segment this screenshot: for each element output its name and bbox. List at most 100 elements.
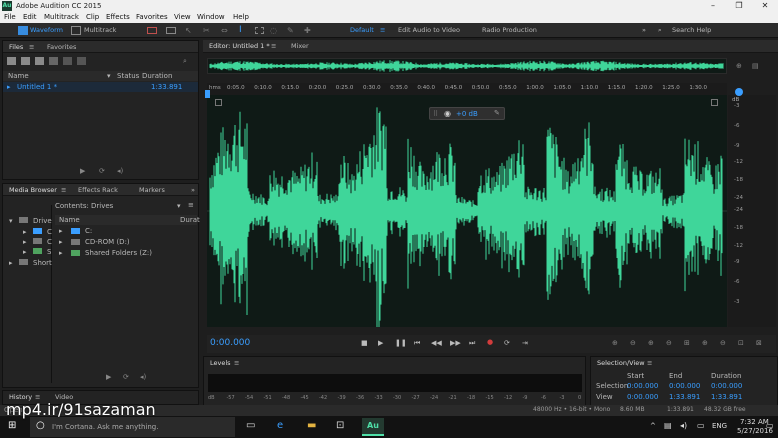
input-language[interactable]: ENG xyxy=(712,422,727,430)
search-files-icon[interactable]: ⌕ xyxy=(183,57,192,65)
db-scale[interactable]: dB -3 -6 -9 -12 -18 -24 -24 -18 -12 -9 -6 -3 xyxy=(728,95,776,327)
volume-icon[interactable]: ◂) xyxy=(680,421,687,430)
loop-icon[interactable]: ⟳ xyxy=(99,167,105,175)
tree-drives[interactable]: Drive xyxy=(33,217,52,225)
zoom-in-point-icon[interactable]: ⊕ xyxy=(702,339,708,347)
tab-favorites[interactable]: Favorites xyxy=(47,43,76,51)
zoom-in-amplitude-icon[interactable]: ⊕ xyxy=(612,339,618,347)
levels-menu-icon[interactable]: ≡ xyxy=(234,359,239,367)
selection-start[interactable]: 0:00.000 xyxy=(627,382,658,390)
view-duration[interactable]: 1:33.891 xyxy=(711,393,742,401)
hud-gain-value[interactable]: +0 dB xyxy=(456,110,478,118)
panel-menu-icon[interactable]: ▤ xyxy=(752,62,759,70)
windows-start-icon[interactable]: ⊞ xyxy=(8,420,16,431)
rewind-icon[interactable]: ◀◀ xyxy=(431,339,442,347)
razor-tool-icon[interactable]: ✂ xyxy=(203,26,213,35)
col-duration[interactable]: Durat xyxy=(180,216,200,224)
workspace-edit-audio-to-video[interactable]: Edit Audio to Video xyxy=(398,25,460,36)
col-name[interactable]: Name xyxy=(59,216,80,224)
move-tool-icon[interactable]: ↖ xyxy=(185,26,195,35)
zoom-out-time-icon[interactable]: ⊖ xyxy=(666,339,672,347)
panel-overflow-icon[interactable]: » xyxy=(191,186,195,194)
selection-view-menu-icon[interactable]: ≡ xyxy=(647,359,652,367)
menu-clip[interactable]: Clip xyxy=(86,13,99,22)
media-browser-menu-icon[interactable]: ≡ xyxy=(61,186,66,194)
minimize-button[interactable]: – xyxy=(700,0,726,12)
playhead-marker-icon[interactable] xyxy=(205,90,210,98)
zoom-in-time-icon[interactable]: ⊕ xyxy=(648,339,654,347)
tree-expand-icon[interactable]: ▸ xyxy=(23,248,27,256)
tray-expand-icon[interactable]: ^ xyxy=(650,422,656,430)
tree-expand-icon[interactable]: ▸ xyxy=(23,238,27,246)
list-item[interactable]: ▸ Shared Folders (Z:) xyxy=(55,248,197,258)
open-file-icon[interactable] xyxy=(21,57,30,65)
file-explorer-icon[interactable]: ▬ xyxy=(307,420,316,431)
menu-window[interactable]: Window xyxy=(197,13,225,22)
play-icon[interactable]: ▶ xyxy=(378,339,383,347)
zoom-out-full-icon[interactable]: ⊞ xyxy=(684,339,690,347)
autoplay-icon[interactable]: ◂) xyxy=(117,167,123,175)
search-help-input[interactable]: Search Help xyxy=(672,25,711,36)
lasso-tool-icon[interactable]: ◌ xyxy=(270,26,280,35)
file-row[interactable]: ▸ Untitled 1 * 1:33.891 xyxy=(3,82,198,92)
skip-icon[interactable]: ⇥ xyxy=(522,339,528,347)
tree-expand-icon[interactable]: ▸ xyxy=(9,259,13,267)
file-expand-icon[interactable]: ▸ xyxy=(7,83,11,91)
tree-item-s[interactable]: S xyxy=(47,248,51,256)
tree-expand-icon[interactable]: ▸ xyxy=(23,228,27,236)
task-view-icon[interactable]: ▭ xyxy=(246,420,255,431)
autoplay-icon[interactable]: ◂) xyxy=(140,373,146,381)
maximize-button[interactable]: ❐ xyxy=(726,0,752,12)
waveform-view-button[interactable]: Waveform xyxy=(30,25,63,36)
audition-taskbar-button[interactable]: Au xyxy=(362,418,384,436)
current-time-display[interactable]: 0:00.000 xyxy=(210,338,250,348)
spot-healing-tool-icon[interactable]: ✚ xyxy=(304,26,314,35)
contents-dropdown[interactable]: Drives xyxy=(91,202,113,210)
import-icon[interactable] xyxy=(35,57,44,65)
workspace-default[interactable]: Default xyxy=(350,25,374,36)
cortana-search-box[interactable]: ○ I'm Cortana. Ask me anything. xyxy=(30,417,235,437)
view-start[interactable]: 0:00.000 xyxy=(627,393,658,401)
multitrack-view-button[interactable]: Multitrack xyxy=(84,25,116,36)
workspace-radio-production[interactable]: Radio Production xyxy=(482,25,537,36)
brush-tool-icon[interactable]: ✎ xyxy=(287,26,297,35)
overflow-chevron-icon[interactable]: » xyxy=(642,25,646,36)
volume-knob-icon[interactable]: ◉ xyxy=(444,109,451,118)
menu-multitrack[interactable]: Multitrack xyxy=(44,13,79,22)
pitch-display-icon[interactable] xyxy=(166,27,176,34)
expand-icon[interactable]: ▸ xyxy=(59,249,63,257)
selection-end[interactable]: 0:00.000 xyxy=(669,382,700,390)
save-icon[interactable] xyxy=(49,57,58,65)
zoom-selection-icon[interactable]: ⊡ xyxy=(738,339,744,347)
chevron-down-icon[interactable]: ▾ xyxy=(177,202,181,210)
selection-duration[interactable]: 0:00.000 xyxy=(711,382,742,390)
overview-waveform[interactable] xyxy=(207,58,727,74)
tab-files[interactable]: Files xyxy=(9,43,23,51)
insert-into-multitrack-icon[interactable] xyxy=(77,57,86,65)
corner-marker-icon[interactable] xyxy=(215,99,222,106)
files-menu-icon[interactable]: ≡ xyxy=(29,43,34,51)
pause-icon[interactable]: ❚❚ xyxy=(395,339,407,347)
list-view-icon[interactable]: ≡ xyxy=(188,201,194,209)
new-file-icon[interactable] xyxy=(7,57,16,65)
menu-effects[interactable]: Effects xyxy=(106,13,130,22)
sort-chevron-down-icon[interactable]: ▾ xyxy=(107,72,111,80)
tree-shortcuts[interactable]: Short xyxy=(33,259,52,267)
tree-item-c[interactable]: C xyxy=(47,228,52,236)
zoom-in-icon[interactable]: ⊕ xyxy=(736,62,742,70)
menu-help[interactable]: Help xyxy=(233,13,249,22)
tab-markers[interactable]: Markers xyxy=(139,186,165,194)
selection-view-title[interactable]: Selection/View xyxy=(597,359,645,367)
menu-file[interactable]: File xyxy=(4,13,16,22)
zoom-out-point-icon[interactable]: ⊖ xyxy=(720,339,726,347)
spectral-display-icon[interactable] xyxy=(147,27,157,34)
edge-browser-icon[interactable]: e xyxy=(277,420,283,431)
stop-icon[interactable]: ■ xyxy=(361,339,368,347)
waveform-display[interactable]: ⠿ ◉ +0 dB ✎ xyxy=(207,95,727,331)
time-selection-tool-icon[interactable]: I xyxy=(239,25,249,35)
store-icon[interactable]: ⊡ xyxy=(336,420,344,431)
col-status[interactable]: Status xyxy=(117,72,139,80)
clock-time[interactable]: 7:32 AM xyxy=(740,418,769,426)
hud-volume-control[interactable]: ⠿ ◉ +0 dB ✎ xyxy=(429,107,505,120)
record-icon[interactable]: ● xyxy=(487,338,493,346)
